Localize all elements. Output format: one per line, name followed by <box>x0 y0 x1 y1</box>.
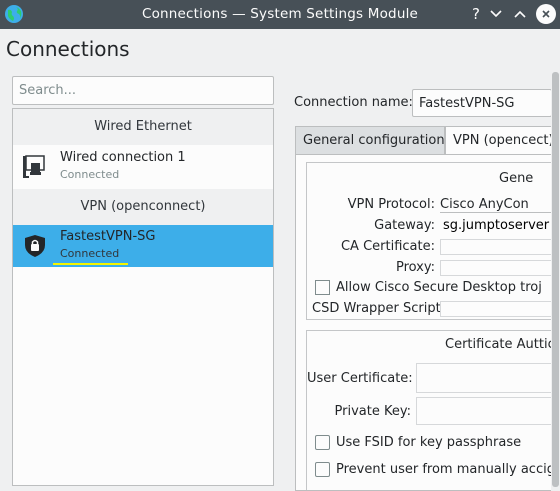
certificate-group-title: Certificate Auttic <box>445 337 555 352</box>
ca-certificate-label: CA Certificate: <box>340 239 435 254</box>
prevent-user-label: Prevent user from manually accig <box>336 462 555 477</box>
general-groupbox: Gene VPN Protocol: Cisco AnyCon Gateway:… <box>306 162 560 320</box>
csd-wrapper-label: CSD Wrapper Script: <box>312 301 446 316</box>
allow-csd-label: Allow Cisco Secure Desktop troj <box>336 280 542 295</box>
connection-status: Connected <box>60 247 120 260</box>
ca-certificate-field[interactable] <box>440 239 560 255</box>
gateway-label: Gateway: <box>374 218 435 233</box>
connection-name: FastestVPN-SG <box>60 229 156 244</box>
vpn-protocol-label: VPN Protocol: <box>347 197 435 212</box>
close-icon <box>542 10 550 18</box>
search-input[interactable] <box>12 76 274 105</box>
use-fsid-label: Use FSID for key passphrase <box>336 435 522 450</box>
help-button[interactable]: ? <box>466 4 486 24</box>
private-key-label: Private Key: <box>334 404 411 419</box>
gateway-field[interactable]: sg.jumptoserver <box>443 218 560 233</box>
private-key-field[interactable] <box>416 397 560 425</box>
user-certificate-label: User Certificate: <box>307 371 413 386</box>
list-item-wired-connection[interactable]: Wired connection 1 Connected <box>13 146 273 188</box>
maximize-button[interactable] <box>510 4 530 24</box>
group-header-wired: Wired Ethernet <box>13 109 273 145</box>
scrollbar-thumb[interactable] <box>552 72 559 487</box>
highlight-underline <box>53 263 128 265</box>
csd-wrapper-field[interactable] <box>440 301 560 317</box>
connection-status: Connected <box>60 168 120 181</box>
page-title: Connections <box>6 37 130 61</box>
close-button[interactable] <box>536 4 556 24</box>
group-header-vpn: VPN (openconnect) <box>13 189 273 225</box>
tab-general-configuration[interactable]: General configuration <box>295 126 445 155</box>
connection-list: Wired Ethernet Wired connection 1 Connec… <box>12 108 274 486</box>
connection-name-field[interactable] <box>412 89 552 117</box>
use-fsid-checkbox[interactable] <box>315 435 330 450</box>
certificate-groupbox: Certificate Auttic User Certificate: Pri… <box>306 330 560 490</box>
connection-name: Wired connection 1 <box>60 150 186 165</box>
vpn-protocol-select[interactable]: Cisco AnyCon <box>440 197 560 213</box>
general-group-title: Gene <box>499 171 534 186</box>
allow-csd-checkbox[interactable] <box>315 280 330 295</box>
chevron-down-icon <box>490 10 502 18</box>
user-certificate-field[interactable] <box>416 363 560 393</box>
minimize-button[interactable] <box>486 4 506 24</box>
vertical-scrollbar[interactable] <box>551 70 560 491</box>
chevron-up-icon <box>514 10 526 18</box>
window-titlebar: Connections — System Settings Module ? <box>0 0 560 29</box>
prevent-user-checkbox[interactable] <box>315 462 330 477</box>
proxy-label: Proxy: <box>395 260 435 275</box>
vpn-lock-icon <box>25 235 45 257</box>
tab-vpn-openconnect[interactable]: VPN (opencect) <box>445 126 555 155</box>
proxy-field[interactable] <box>440 260 560 276</box>
connection-name-label: Connection name: <box>294 95 413 110</box>
vpn-tab-pane: Gene VPN Protocol: Cisco AnyCon Gateway:… <box>295 154 560 491</box>
wired-computer-icon <box>23 155 45 178</box>
list-item-fastestvpn-sg[interactable]: FastestVPN-SG Connected <box>13 225 273 267</box>
